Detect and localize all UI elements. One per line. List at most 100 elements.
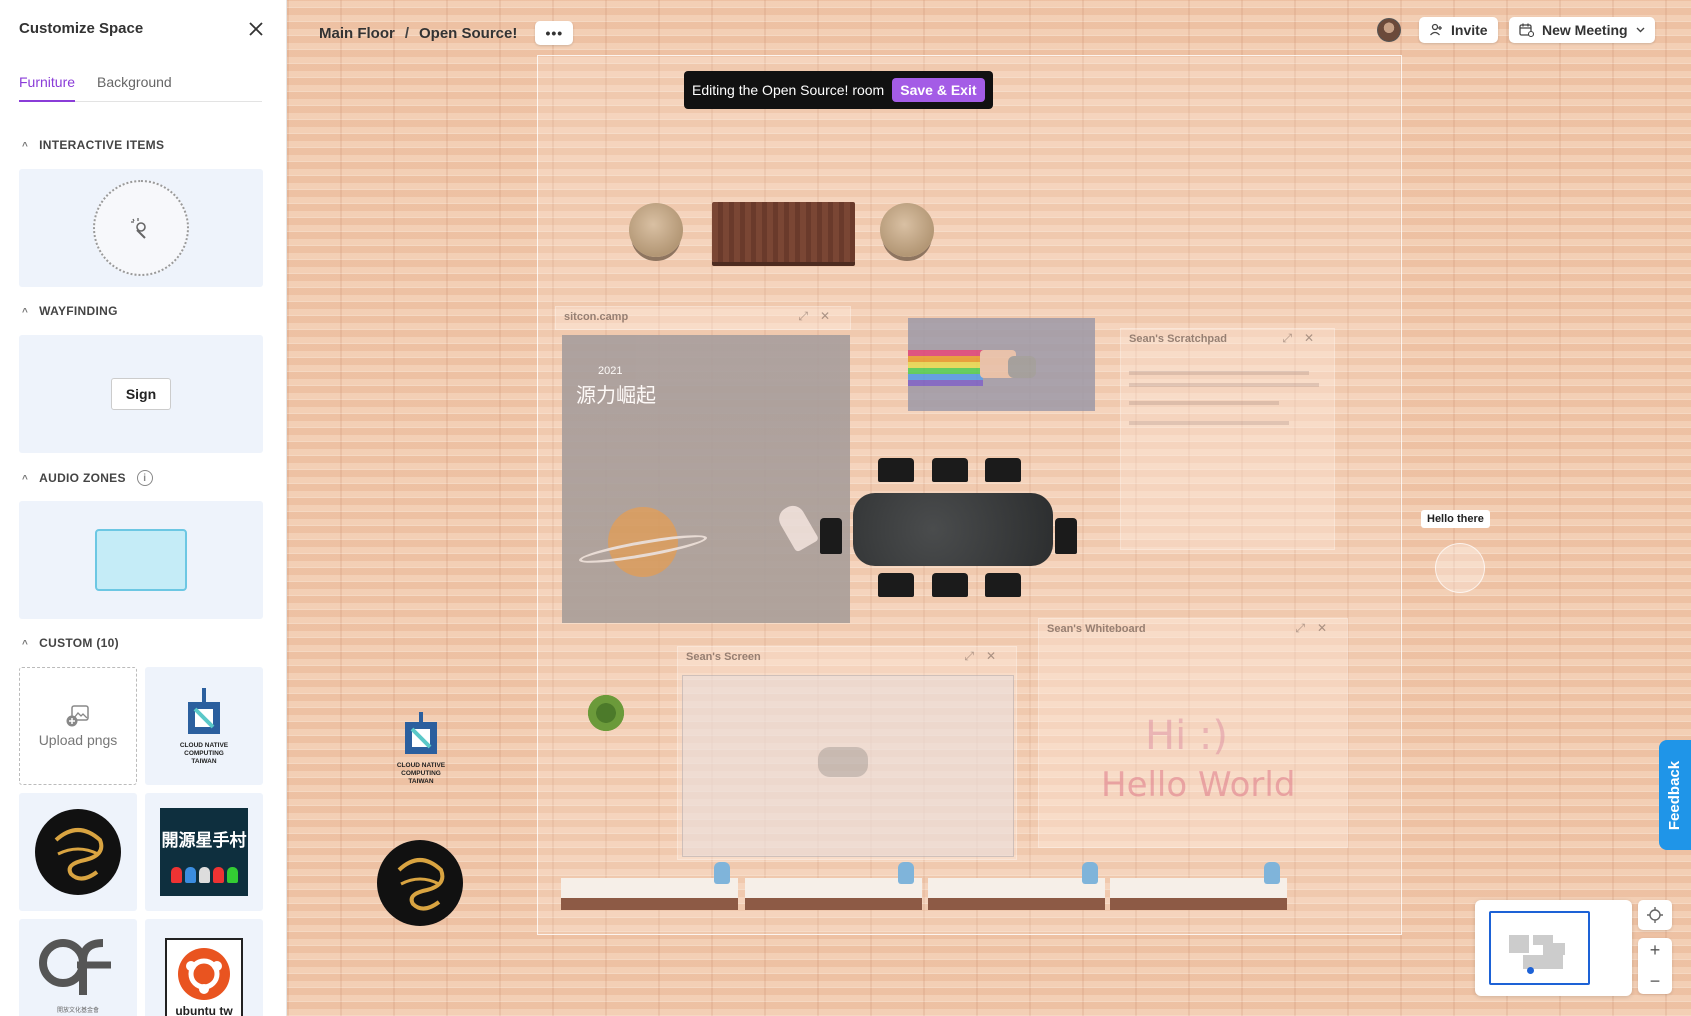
wooden-dresser[interactable]: [712, 202, 855, 262]
window-controls[interactable]: ⤢✕: [964, 649, 1008, 664]
recenter-button[interactable]: [1638, 900, 1672, 930]
new-meeting-label: New Meeting: [1542, 22, 1628, 38]
scratchpad-window[interactable]: Sean's Scratchpad ⤢✕: [1120, 328, 1335, 550]
conference-table[interactable]: [853, 493, 1053, 566]
section-label: WAYFINDING: [39, 304, 118, 318]
minimap-viewport[interactable]: [1489, 911, 1590, 985]
interactive-mic-object[interactable]: [1435, 543, 1485, 593]
image-upload-icon: [66, 705, 89, 727]
nyan-cat-screen[interactable]: [908, 318, 1095, 411]
breadcrumb-floor[interactable]: Main Floor: [319, 25, 395, 42]
desk-cluster[interactable]: [745, 878, 922, 910]
cncf-logo-icon: [405, 712, 437, 754]
sitcon-heading: 源力崛起: [576, 383, 656, 407]
section-custom[interactable]: ^ CUSTOM (10): [22, 636, 119, 650]
zoom-out-icon[interactable]: −: [1650, 971, 1661, 992]
water-cooler[interactable]: [1264, 862, 1280, 884]
audio-zone-item[interactable]: [95, 529, 187, 591]
stool-right[interactable]: [880, 203, 934, 257]
add-user-icon: [1430, 23, 1442, 36]
ocf-tile-text: 開放文化基金會: [56, 1008, 99, 1014]
sitcon-year: 2021: [598, 365, 623, 377]
screen-share-title: Sean's Screen: [686, 651, 761, 663]
upload-pngs-button[interactable]: Upload pngs: [19, 667, 137, 785]
section-label: CUSTOM (10): [39, 636, 119, 650]
magic-wand-icon: [131, 218, 146, 239]
interactive-mic-item[interactable]: [93, 180, 189, 276]
section-wayfinding[interactable]: ^ WAYFINDING: [22, 304, 118, 318]
whiteboard-title: Sean's Whiteboard: [1047, 623, 1146, 635]
sitcon-window-title: sitcon.camp: [564, 311, 629, 323]
water-cooler[interactable]: [1082, 862, 1098, 884]
whiteboard-text-hi: Hi :): [1145, 713, 1228, 759]
more-options-button[interactable]: •••: [535, 21, 574, 45]
breadcrumb: Main Floor / Open Source! •••: [319, 21, 574, 45]
breadcrumb-room[interactable]: Open Source!: [419, 25, 517, 42]
custom-item-snake-emblem[interactable]: [19, 793, 137, 911]
invite-button[interactable]: Invite: [1419, 17, 1498, 43]
desk-cluster[interactable]: [1110, 878, 1287, 910]
save-exit-button[interactable]: Save & Exit: [892, 78, 985, 102]
zoom-in-icon[interactable]: +: [1650, 940, 1661, 961]
custom-item-ubuntu-tw[interactable]: ubuntu tw: [145, 919, 263, 1016]
panel-title: Customize Space: [19, 20, 144, 37]
screen-share-window[interactable]: Sean's Screen ⤢✕: [677, 646, 1017, 860]
snake-emblem-icon: [397, 858, 445, 911]
chair[interactable]: [878, 573, 914, 597]
chevron-down-icon: [1636, 27, 1645, 33]
tab-furniture[interactable]: Furniture: [19, 72, 76, 102]
section-interactive-items[interactable]: ^ INTERACTIVE ITEMS: [22, 138, 164, 152]
sitcon-poster[interactable]: 2021 源力崛起: [562, 335, 850, 623]
chair[interactable]: [985, 458, 1021, 482]
water-cooler[interactable]: [898, 862, 914, 884]
custom-item-cncf[interactable]: CLOUD NATIVE COMPUTING TAIWAN: [145, 667, 263, 785]
section-label: AUDIO ZONES: [39, 471, 126, 485]
avatar[interactable]: [1377, 18, 1401, 42]
feedback-tab[interactable]: Feedback: [1659, 740, 1691, 850]
cncf-taiwan-floor-logo[interactable]: CLOUD NATIVE COMPUTING TAIWAN: [390, 712, 452, 802]
feedback-label: Feedback: [1666, 760, 1684, 830]
planet-illustration: [577, 507, 709, 577]
window-controls[interactable]: ⤢✕: [1295, 621, 1339, 636]
snake-emblem-icon: [35, 809, 121, 895]
info-icon[interactable]: i: [136, 470, 153, 486]
chair[interactable]: [932, 573, 968, 597]
invite-label: Invite: [1451, 22, 1488, 38]
new-meeting-button[interactable]: New Meeting: [1509, 17, 1655, 43]
chair[interactable]: [932, 458, 968, 482]
audio-zones-box: [19, 501, 263, 619]
chair[interactable]: [878, 458, 914, 482]
rocket-illustration: [774, 501, 820, 553]
tab-background[interactable]: Background: [97, 72, 172, 102]
chevron-up-icon: ^: [22, 306, 29, 318]
chair[interactable]: [820, 518, 842, 554]
potted-plant[interactable]: [583, 690, 629, 736]
customize-space-panel: Customize Space Furniture Background ^ I…: [0, 0, 287, 1016]
sitcon-window-titlebar[interactable]: sitcon.camp ⤢✕: [555, 306, 851, 330]
minimap[interactable]: [1475, 900, 1632, 996]
chevron-up-icon: ^: [22, 638, 29, 650]
cncf-logo-text: CLOUD NATIVE COMPUTING TAIWAN: [396, 762, 446, 785]
panel-tabs: Furniture Background: [19, 72, 262, 102]
whiteboard-text-hello: Hello World: [1101, 765, 1296, 805]
hello-there-label: Hello there: [1421, 510, 1490, 528]
snake-emblem-floor-logo[interactable]: [377, 840, 463, 926]
desk-cluster[interactable]: [561, 878, 738, 910]
water-cooler[interactable]: [714, 862, 730, 884]
sign-item[interactable]: Sign: [110, 378, 172, 410]
chevron-up-icon: ^: [22, 140, 29, 152]
whiteboard-window[interactable]: Sean's Whiteboard ⤢✕ Hi :) Hello World: [1038, 618, 1348, 848]
section-label: INTERACTIVE ITEMS: [39, 138, 165, 152]
custom-item-ocf[interactable]: 開放文化基金會: [19, 919, 137, 1016]
desk-cluster[interactable]: [928, 878, 1105, 910]
breadcrumb-separator: /: [404, 24, 409, 42]
window-controls[interactable]: ⤢✕: [798, 309, 842, 324]
close-icon[interactable]: [245, 18, 267, 40]
interactive-items-box: [19, 169, 263, 287]
chair[interactable]: [985, 573, 1021, 597]
chair[interactable]: [1055, 518, 1077, 554]
stool-left[interactable]: [629, 203, 683, 257]
section-audio-zones[interactable]: ^ AUDIO ZONES i: [22, 470, 153, 486]
window-controls[interactable]: ⤢✕: [1282, 331, 1326, 346]
custom-item-open-source-village[interactable]: 開源星手村: [145, 793, 263, 911]
